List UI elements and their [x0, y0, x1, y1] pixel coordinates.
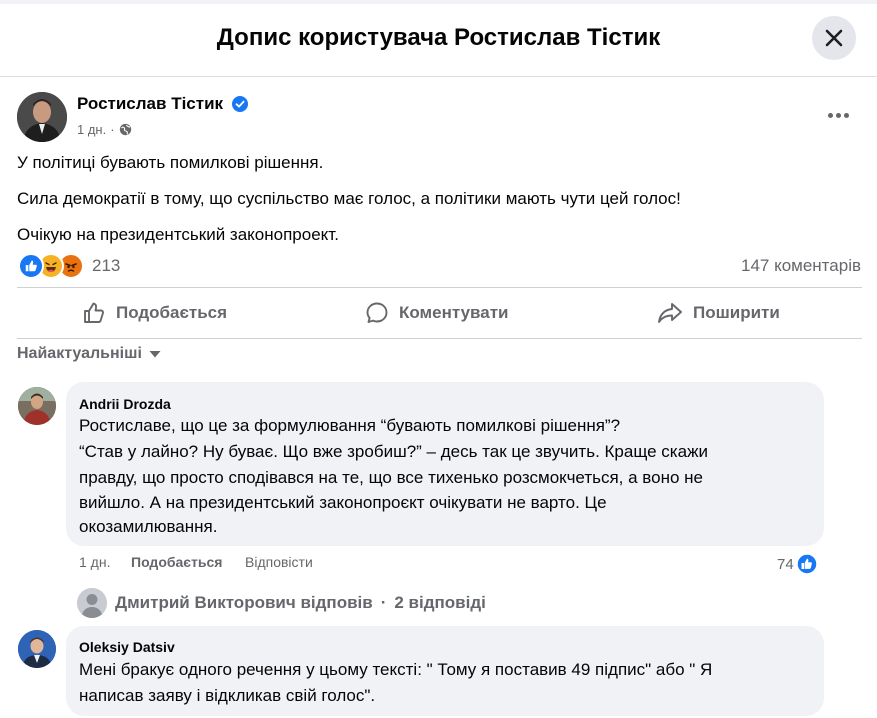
comment-button[interactable]: Коментувати [365, 292, 509, 334]
comment-button-label: Коментувати [399, 303, 509, 322]
comments-count[interactable]: 147 коментарів [741, 256, 861, 276]
share-button-label: Поширити [693, 303, 780, 322]
divider [17, 287, 862, 288]
replies-count: 2 відповіді [394, 593, 486, 612]
verified-badge-icon [232, 96, 248, 112]
post-meta: 1 дн. · [77, 122, 132, 137]
more-dot-icon [843, 112, 849, 118]
post-text-line: У політиці бувають помилкові рішення. [17, 153, 324, 172]
comment-text-line: Мені бракує одного речення у цьому текст… [79, 660, 713, 679]
caret-down-icon [149, 351, 161, 358]
comment-author[interactable]: Oleksiy Datsiv [79, 639, 175, 655]
comment-like-count: 74 [777, 555, 794, 573]
backdrop-strip [0, 0, 877, 4]
post-dialog: Допис користувача Ростислав Тістик Рости… [0, 0, 877, 718]
reactions-summary[interactable]: 213 [18, 253, 120, 279]
more-dot-icon [827, 112, 833, 118]
like-button-label: Подобається [116, 303, 228, 322]
post-text-line: Сила демократії в тому, що суспільство м… [17, 189, 681, 208]
comment-text-line: Ростиславе, що це за формулювання “буваю… [79, 416, 621, 435]
commenter-avatar[interactable] [18, 387, 56, 425]
comment-text-line: написав заяву і відкликав свій голос". [79, 686, 376, 705]
reply-author-avatar [77, 588, 107, 618]
like-button[interactable]: Подобається [82, 292, 227, 334]
comment-reply-button[interactable]: Відповісти [245, 554, 313, 570]
like-icon [795, 553, 818, 575]
sort-label: Найактуальніші [17, 345, 142, 362]
comment-reactions[interactable]: 74 [777, 553, 818, 575]
comment-text-line: “Став у лайно? Ну буває. Що вже зробиш?”… [79, 442, 708, 461]
comment-text-line: вийшло. А на президентський законопроєкт… [79, 493, 607, 512]
post-time[interactable]: 1 дн. [77, 122, 106, 137]
commenter-avatar[interactable] [18, 630, 56, 668]
share-button[interactable]: Поширити [657, 292, 780, 334]
author-name[interactable]: Ростислав Тістик [77, 94, 223, 114]
like-icon [18, 253, 44, 279]
close-icon [825, 29, 843, 47]
replies-separator: · [380, 593, 387, 612]
comment-like-button[interactable]: Подобається [131, 554, 222, 570]
comment-text-line: правду, що просто сподівався на те, що в… [79, 468, 704, 487]
view-replies-link[interactable]: Дмитрий Викторович відповів · 2 відповід… [77, 588, 486, 618]
author-avatar[interactable] [17, 92, 67, 142]
more-options-button[interactable] [820, 102, 856, 128]
meta-separator: · [110, 122, 115, 137]
divider [17, 338, 862, 339]
replies-author: Дмитрий Викторович відповів [115, 593, 373, 612]
share-icon [658, 303, 682, 323]
close-button[interactable] [812, 16, 856, 60]
comment-author[interactable]: Andrii Drozda [79, 396, 171, 412]
comment-sort-dropdown[interactable]: Найактуальніші [17, 345, 162, 363]
thumbs-up-icon [84, 302, 104, 323]
dialog-title: Допис користувача Ростислав Тістик [216, 24, 661, 51]
dialog-header: Допис користувача Ростислав Тістик [0, 0, 877, 77]
comment-time[interactable]: 1 дн. [79, 554, 110, 570]
reaction-count[interactable]: 213 [92, 256, 120, 276]
globe-icon [119, 123, 131, 136]
post-text-line: Очікую на президентський законопроект. [17, 225, 339, 244]
more-dot-icon [835, 112, 841, 118]
comment-text-line: окозамилювання. [79, 517, 218, 536]
comment-icon [366, 302, 388, 323]
